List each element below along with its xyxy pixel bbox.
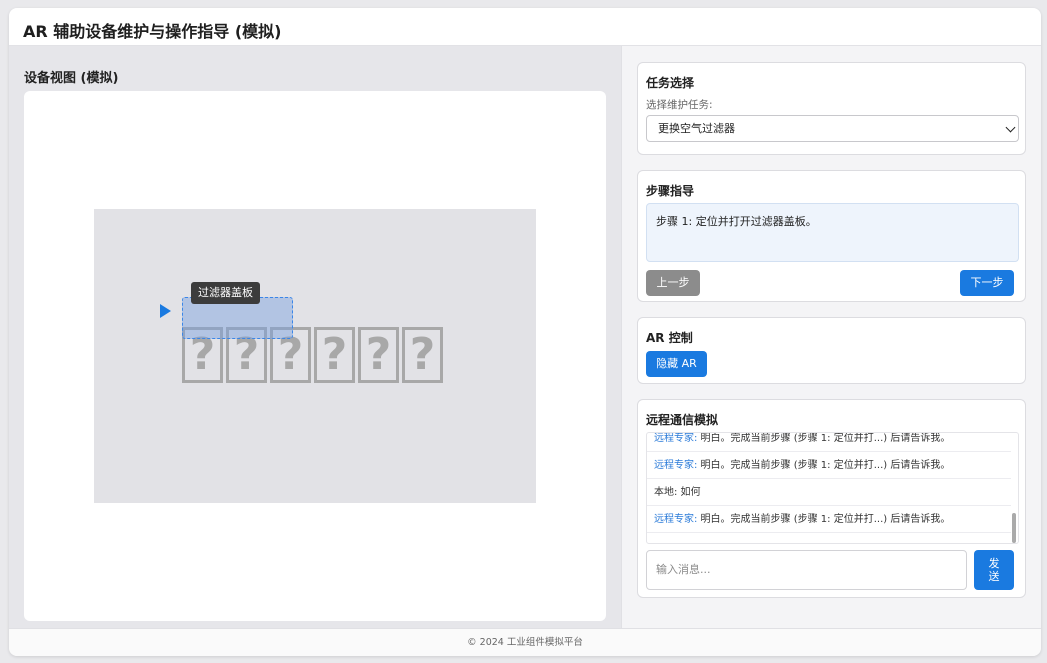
missing-glyph: ? [358, 327, 399, 383]
send-label-line2: 送 [988, 570, 1000, 583]
chat-sender: 远程专家: [654, 514, 698, 525]
device-view-pane: 设备视图 (模拟) ?????? 过滤器盖板 [9, 46, 621, 628]
task-selection-card: 任务选择 选择维护任务: 更换空气过滤器 [637, 62, 1026, 155]
page-title: AR 辅助设备维护与操作指导 (模拟) [23, 22, 282, 41]
device-model: ?????? 过滤器盖板 [94, 209, 536, 503]
app-window: AR 辅助设备维护与操作指导 (模拟) 设备视图 (模拟) ?????? 过滤器… [9, 8, 1041, 656]
chat-message: 远程专家: 明白。完成当前步骤 (步骤 1: 定位并打...) 后请告诉我。 [647, 433, 1011, 452]
chat-sender: 远程专家: [654, 460, 698, 471]
remote-comm-title: 远程通信模拟 [646, 413, 719, 427]
chat-text: 明白。完成当前步骤 (步骤 1: 定位并打...) 后请告诉我。 [697, 433, 951, 444]
device-view-card: ?????? 过滤器盖板 [24, 91, 606, 621]
task-select-label: 选择维护任务: [646, 99, 713, 111]
toggle-ar-button[interactable]: 隐藏 AR [646, 351, 707, 377]
chat-message: 远程专家: 明白。完成当前步骤 (步骤 1: 定位并打...) 后请告诉我。 [647, 506, 1011, 533]
missing-glyph: ? [314, 327, 355, 383]
ar-control-card: AR 控制 隐藏 AR [637, 317, 1026, 384]
device-view-title: 设备视图 (模拟) [24, 71, 119, 86]
message-input[interactable]: 输入消息... [646, 550, 967, 590]
task-select-value: 更换空气过滤器 [658, 122, 735, 135]
step-guide-card: 步骤指导 步骤 1: 定位并打开过滤器盖板。 上一步 下一步 [637, 170, 1026, 302]
chat-text: 如何 [677, 487, 701, 498]
ar-pointer-arrow-icon [160, 304, 171, 318]
chat-text: 明白。完成当前步骤 (步骤 1: 定位并打...) 后请告诉我。 [697, 514, 951, 525]
current-step-text: 步骤 1: 定位并打开过滤器盖板。 [646, 203, 1019, 262]
missing-glyph: ? [402, 327, 443, 383]
task-selection-title: 任务选择 [646, 76, 695, 90]
step-guide-title: 步骤指导 [646, 184, 695, 198]
chat-message: 本地: 如何 [647, 479, 1011, 506]
prev-step-button[interactable]: 上一步 [646, 270, 700, 296]
header: AR 辅助设备维护与操作指导 (模拟) [9, 8, 1041, 46]
chat-sender: 远程专家: [654, 433, 698, 444]
send-label-line1: 发 [988, 557, 1000, 570]
control-pane: 任务选择 选择维护任务: 更换空气过滤器 步骤指导 步骤 1: 定位并打开过滤器… [621, 46, 1041, 628]
send-button[interactable]: 发 送 [974, 550, 1014, 590]
ar-control-title: AR 控制 [646, 331, 693, 345]
footer: © 2024 工业组件模拟平台 [9, 628, 1041, 656]
chat-text: 明白。完成当前步骤 (步骤 1: 定位并打...) 后请告诉我。 [697, 460, 951, 471]
chat-scrollbar[interactable] [1012, 513, 1016, 543]
filter-cover-tooltip: 过滤器盖板 [191, 282, 260, 304]
chat-sender: 本地: [654, 487, 678, 498]
chat-message: 远程专家: 明白。完成当前步骤 (步骤 1: 定位并打...) 后请告诉我。 [647, 452, 1011, 479]
remote-comm-card: 远程通信模拟 远程专家: 明白。完成当前步骤 (步骤 1: 定位并打...) 后… [637, 399, 1026, 598]
chat-log[interactable]: 远程专家: 明白。完成当前步骤 (步骤 1: 定位并打...) 后请告诉我。 远… [646, 432, 1019, 544]
chevron-down-icon [1005, 122, 1016, 133]
next-step-button[interactable]: 下一步 [960, 270, 1014, 296]
task-select[interactable]: 更换空气过滤器 [646, 115, 1019, 142]
